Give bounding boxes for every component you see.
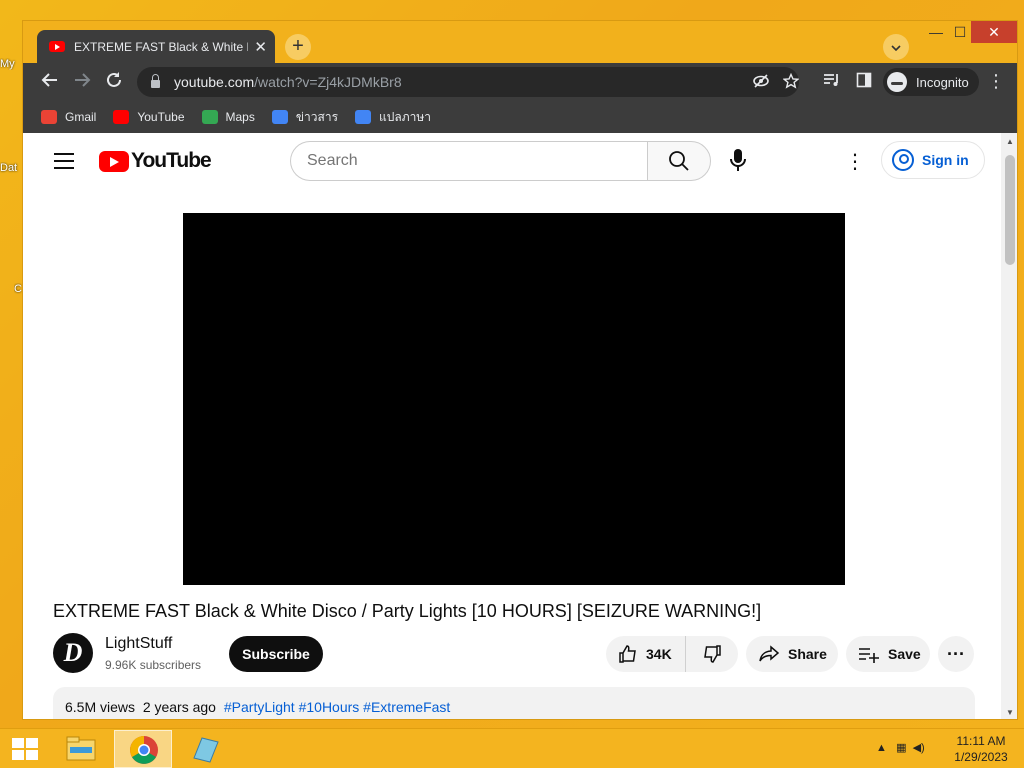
start-button[interactable] xyxy=(12,738,38,760)
youtube-page: YouTube ⋮ Sign in EXTREME FAST Black & W… xyxy=(23,133,1001,719)
file-explorer-taskbar-icon[interactable] xyxy=(52,730,110,768)
search-icon xyxy=(669,151,689,171)
like-dislike-group: 34K xyxy=(606,636,738,672)
browser-menu-button[interactable]: ⋮ xyxy=(987,71,1005,92)
media-queue-icon xyxy=(824,74,838,86)
browser-toolbar: youtube.com/watch?v=Zj4kJDMkBr8 Incognit… xyxy=(23,63,1017,101)
incognito-icon xyxy=(887,72,907,92)
menu-icon[interactable] xyxy=(54,153,74,174)
thumbs-down-icon xyxy=(704,645,721,663)
youtube-play-icon xyxy=(99,150,129,172)
arrow-left-icon xyxy=(41,73,57,87)
chrome-taskbar-icon[interactable] xyxy=(114,730,172,768)
reload-icon xyxy=(107,72,121,87)
channel-avatar[interactable]: D xyxy=(53,633,93,673)
scroll-up-icon[interactable]: ▲ xyxy=(1001,137,1017,146)
more-actions-button[interactable]: ··· xyxy=(938,636,974,672)
bookmark-star-icon[interactable] xyxy=(782,72,800,93)
new-tab-button[interactable]: + xyxy=(285,34,311,60)
page-scrollbar[interactable]: ▲ ▼ xyxy=(1001,133,1017,719)
tab-strip: EXTREME FAST Black & White Disco / Party… xyxy=(23,21,1017,63)
upload-age: 2 years ago xyxy=(142,699,216,715)
reload-button[interactable] xyxy=(103,71,125,93)
hashtags[interactable]: #PartyLight #10Hours #ExtremeFast xyxy=(224,699,450,715)
microphone-icon[interactable] xyxy=(727,147,749,175)
taskbar: ▲ ▦ ◀) 11:11 AM 1/29/2023 xyxy=(0,728,1024,768)
translate-icon xyxy=(355,110,372,124)
add-to-playlist-icon xyxy=(859,648,879,663)
youtube-logo[interactable]: YouTube xyxy=(99,149,212,173)
desktop-icon-label[interactable]: My xyxy=(0,58,24,70)
scroll-down-icon[interactable]: ▼ xyxy=(1001,708,1017,717)
share-button[interactable]: Share xyxy=(746,636,838,672)
system-tray[interactable]: ▲ ▦ ◀) xyxy=(876,741,925,754)
url-text: youtube.com/watch?v=Zj4kJDMkBr8 xyxy=(174,74,402,90)
search-button[interactable] xyxy=(647,141,711,181)
show-hidden-icons-icon: ▲ xyxy=(876,742,887,754)
volume-icon: ◀) xyxy=(912,742,925,754)
share-icon xyxy=(759,645,780,662)
description-box[interactable]: 6.5M views 2 years ago #PartyLight #10Ho… xyxy=(53,687,975,719)
incognito-badge[interactable]: Incognito xyxy=(883,68,979,96)
bookmarks-bar: Gmail YouTube Maps ข่าวสาร แปลภาษา xyxy=(23,101,1017,133)
video-player[interactable] xyxy=(183,213,845,585)
back-button[interactable] xyxy=(39,71,61,93)
thumbs-up-icon xyxy=(619,645,636,663)
tracking-blocked-eye-icon[interactable] xyxy=(753,73,769,93)
like-button[interactable]: 34K xyxy=(606,636,686,672)
tab-title: EXTREME FAST Black & White Disco / Party… xyxy=(74,39,248,54)
maps-icon xyxy=(201,110,218,124)
bookmark-translate[interactable]: แปลภาษา xyxy=(355,108,431,127)
youtube-header: YouTube ⋮ Sign in xyxy=(23,133,1001,189)
youtube-icon xyxy=(113,110,130,124)
side-panel-icon xyxy=(856,72,872,88)
sign-in-button[interactable]: Sign in xyxy=(881,141,985,179)
forward-button[interactable] xyxy=(71,71,93,93)
tab-search-button[interactable] xyxy=(883,34,909,60)
settings-menu-icon[interactable]: ⋮ xyxy=(845,149,865,174)
browser-tab[interactable]: EXTREME FAST Black & White Disco / Party… xyxy=(37,30,275,63)
bookmark-maps[interactable]: Maps xyxy=(201,110,255,124)
chevron-down-icon xyxy=(891,45,901,52)
lock-icon xyxy=(151,74,160,88)
like-count: 34K xyxy=(646,646,672,662)
bookmark-news[interactable]: ข่าวสาร xyxy=(271,108,338,127)
clock-date: 1/29/2023 xyxy=(954,750,1008,764)
channel-name[interactable]: LightStuff xyxy=(105,635,172,653)
gmail-icon xyxy=(41,110,57,124)
close-tab-icon[interactable]: ✕ xyxy=(254,38,267,56)
close-window-button[interactable]: ✕ xyxy=(971,21,1017,43)
address-bar[interactable]: youtube.com/watch?v=Zj4kJDMkBr8 xyxy=(137,67,800,97)
video-title: EXTREME FAST Black & White Disco / Party… xyxy=(53,601,762,621)
view-count: 6.5M views xyxy=(65,699,136,715)
youtube-favicon-icon xyxy=(49,41,65,52)
user-icon xyxy=(892,149,914,171)
bookmark-gmail[interactable]: Gmail xyxy=(41,110,96,124)
bookmark-youtube[interactable]: YouTube xyxy=(113,110,185,124)
clock[interactable]: 11:11 AM 1/29/2023 xyxy=(950,733,1012,765)
side-panel-button[interactable] xyxy=(853,71,875,93)
incognito-label: Incognito xyxy=(916,74,969,90)
media-control-button[interactable] xyxy=(821,71,843,93)
save-button[interactable]: Save xyxy=(846,636,930,672)
clock-time: 11:11 AM xyxy=(956,734,1006,748)
subscribe-button[interactable]: Subscribe xyxy=(229,636,323,672)
network-icon: ▦ xyxy=(896,742,907,754)
dislike-button[interactable] xyxy=(686,636,738,672)
browser-window: EXTREME FAST Black & White Disco / Party… xyxy=(22,20,1018,720)
subscriber-count: 9.96K subscribers xyxy=(105,658,202,672)
scroll-thumb[interactable] xyxy=(1005,155,1015,265)
news-icon xyxy=(271,110,288,124)
app-taskbar-icon[interactable] xyxy=(176,730,234,768)
desktop-icon-label[interactable]: Dat xyxy=(0,162,24,174)
search-input[interactable] xyxy=(290,141,648,181)
arrow-right-icon xyxy=(75,73,91,87)
